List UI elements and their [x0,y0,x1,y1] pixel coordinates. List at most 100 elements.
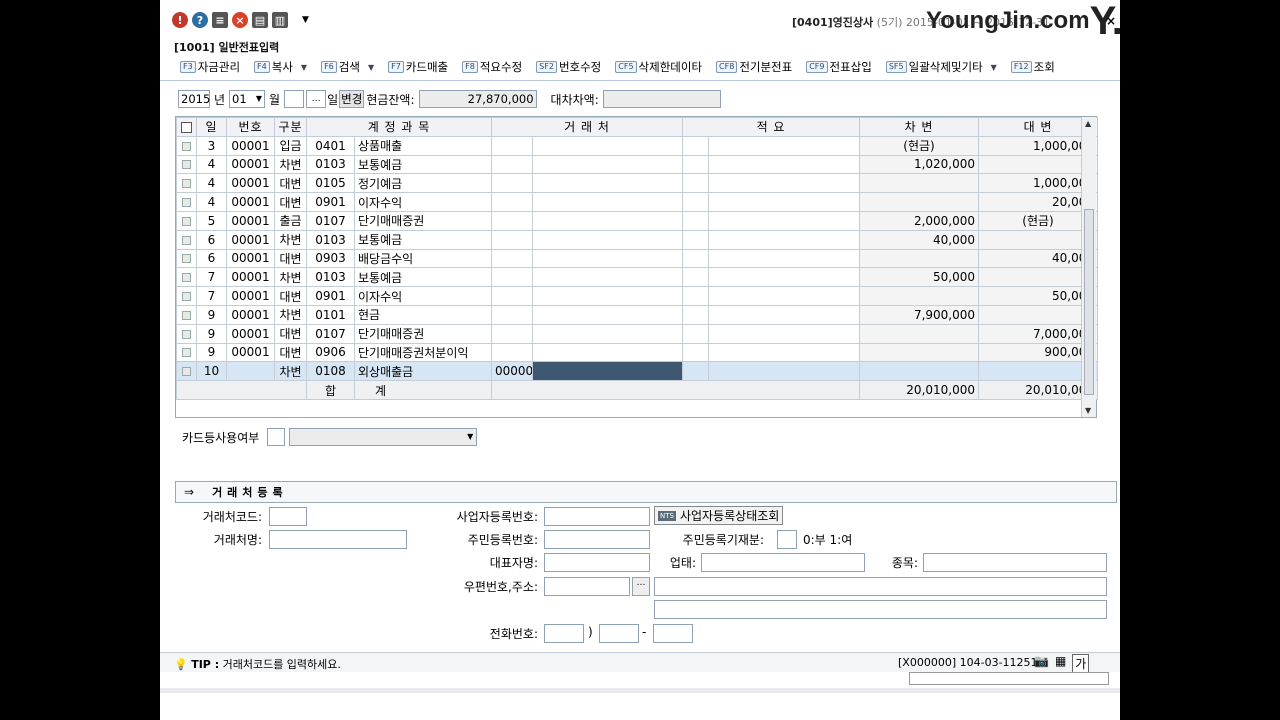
general-voucher-window: ! ? ≡ × ▤ ▥ ▼ [0401]영진상사 (5기) 2015-01-01… [160,0,1120,720]
toolbar-button-3[interactable]: F7 카드매출 [388,59,448,75]
memo-icon[interactable]: ≡ [212,12,228,28]
address-input-2[interactable] [654,600,1107,619]
toolbar-button-4[interactable]: F8 적요수정 [462,59,522,75]
row-checkbox[interactable] [176,323,197,344]
client-registration-form: 거래처코드: 거래처명: 사업자등록번호: NTS 사업자등록상태조회 주민등록번… [160,504,1120,649]
voucher-grid: 일 번호 구분 계 정 과 목 거 래 처 적 요 차 변 대 변 3 00001… [175,116,1099,418]
address-input-1[interactable] [654,577,1107,596]
toolbar-button-7[interactable]: CF8 전기분전표 [716,59,792,75]
voucher-row[interactable]: 7 00001 대변 0901 이자수익 50,000 [176,286,1099,306]
dropdown-icon[interactable]: ▼ [991,63,997,72]
row-checkbox[interactable] [176,248,197,269]
item-input[interactable] [923,553,1107,572]
client-name-label: 거래처명: [213,533,262,547]
preview-icon[interactable]: ▥ [272,12,288,28]
row-checkbox[interactable] [176,267,197,288]
total-credit: 20,010,000 [978,380,1099,400]
resident-no-input[interactable] [544,530,650,549]
function-key-toolbar: F3 자금관리 F4 복사 ▼ F6 검색 ▼ F7 카드매출 F8 적요수정 SF2 번호수정 CF5 삭제… [180,58,1069,76]
toolbar-button-8[interactable]: CF9 전표삽입 [806,59,872,75]
toolbar-button-10[interactable]: F12 조회 [1010,59,1055,75]
zipcode-input[interactable] [544,577,630,596]
arrow-right-icon: ⇒ [184,485,195,499]
phone-area-input[interactable] [544,624,584,643]
scroll-thumb[interactable] [1084,209,1094,395]
divider [160,80,1120,81]
calculator-icon[interactable]: ▦ [1055,654,1066,673]
toolbar-button-1[interactable]: F4 복사 ▼ [254,59,307,75]
scroll-down-icon[interactable]: ▼ [1085,406,1091,415]
scroll-up-icon[interactable]: ▲ [1085,119,1091,128]
dropdown-icon[interactable]: ▼ [368,63,374,72]
resident-no-label: 주민등록번호: [467,533,538,547]
dropdown-icon[interactable]: ▼ [302,15,309,30]
total-row: 합 계 20,010,000 20,010,000 [176,380,1099,400]
voucher-row[interactable]: 7 00001 차변 0103 보통예금 50,000 [176,267,1099,288]
day-search-icon[interactable]: … [306,90,327,108]
logo: YoungJin.comY. [926,0,1120,43]
voucher-row[interactable]: 6 00001 차변 0103 보통예금 40,000 [176,229,1099,250]
grid-scrollbar[interactable]: ▲ ▼ [1081,117,1096,417]
print-icon[interactable]: ▤ [252,12,268,28]
zipcode-search-icon[interactable]: … [632,577,650,596]
voucher-row[interactable]: 5 00001 출금 0107 단기매매증권 2,000,000 (현금) [176,210,1099,231]
row-checkbox[interactable] [176,173,197,194]
row-checkbox[interactable] [176,154,197,175]
row-checkbox[interactable] [176,361,197,382]
voucher-row[interactable]: 4 00001 대변 0901 이자수익 20,000 [176,192,1099,212]
day-input[interactable] [284,90,305,108]
biz-type-input[interactable] [701,553,865,572]
row-checkbox[interactable] [176,229,197,250]
month-select[interactable]: 01 ▼ [229,90,266,108]
row-checkbox[interactable] [176,342,197,363]
client-registration-header: ⇒ 거래처등록 [175,481,1117,503]
bottom-field [909,672,1109,685]
voucher-row[interactable]: 9 00001 대변 0906 단기매매증권처분이익 900,000 [176,342,1099,363]
toolbar-button-2[interactable]: F6 검색 ▼ [321,59,374,75]
biz-no-input[interactable] [544,507,650,526]
resident-type-label: 주민등록기재분: [682,533,764,547]
cash-balance-label: 현금잔액: [366,92,415,107]
filter-row: 2015 년 01 ▼ 월 … 일 변경 현금잔액: 27,870,000 대차차… [178,88,721,110]
voucher-row[interactable]: 6 00001 대변 0903 배당금수익 40,000 [176,248,1099,269]
resident-type-input[interactable] [777,530,797,549]
toolbar-button-9[interactable]: SF5 일괄삭제및기타 ▼ [885,59,997,75]
close-red-icon[interactable]: × [232,12,248,28]
change-button[interactable]: 변경 [339,90,365,108]
client-name-input[interactable] [269,530,407,549]
voucher-row[interactable]: 9 00001 차변 0101 현금 7,900,000 [176,304,1099,325]
voucher-row[interactable]: 10 차변 0108 외상매출금 00000 [176,361,1099,382]
voucher-row[interactable]: 4 00001 차변 0103 보통예금 1,020,000 [176,154,1099,175]
card-usage-select[interactable]: ▼ [289,428,478,446]
toolbar-button-6[interactable]: CF5 삭제한데이타 [615,59,702,75]
voucher-row[interactable]: 3 00001 입금 0401 상품매출 (현금) 1,000,000 [176,135,1099,156]
toolbar-button-5[interactable]: SF2 번호수정 [536,59,601,75]
voucher-row[interactable]: 9 00001 대변 0107 단기매매증권 7,000,000 [176,323,1099,344]
client-code-input[interactable] [269,507,307,526]
grid-header: 일 번호 구분 계 정 과 목 거 래 처 적 요 차 변 대 변 [176,117,1099,137]
voucher-row[interactable]: 4 00001 대변 0105 정기예금 1,000,000 [176,173,1099,194]
top-icon-bar: ! ? ≡ × ▤ ▥ ▼ [172,12,309,30]
row-checkbox[interactable] [176,286,197,306]
status-code: [X000000] 104-03-11251 [898,656,1038,669]
camera-icon[interactable]: 📷 [1034,654,1049,673]
status-bar: 💡 TIP : 거래처코드를 입력하세요. [X000000] 104-03-1… [160,652,1120,673]
help-icon[interactable]: ? [192,12,208,28]
row-checkbox[interactable] [176,304,197,325]
year-input[interactable]: 2015 [178,90,210,108]
biz-status-check-button[interactable]: NTS 사업자등록상태조회 [654,506,784,525]
row-checkbox[interactable] [176,192,197,212]
select-all-checkbox[interactable] [176,117,197,137]
language-toggle[interactable]: 가 [1072,654,1090,673]
phone-mid-input[interactable] [599,624,639,643]
rep-name-input[interactable] [544,553,650,572]
dropdown-icon[interactable]: ▼ [301,63,307,72]
row-checkbox[interactable] [176,135,197,156]
bottom-bar [160,688,1120,693]
info-icon[interactable]: ! [172,12,188,28]
close-icon[interactable]: × [1106,14,1116,28]
row-checkbox[interactable] [176,210,197,231]
phone-last-input[interactable] [653,624,693,643]
toolbar-button-0[interactable]: F3 자금관리 [180,59,240,75]
card-usage-input[interactable] [267,428,286,446]
